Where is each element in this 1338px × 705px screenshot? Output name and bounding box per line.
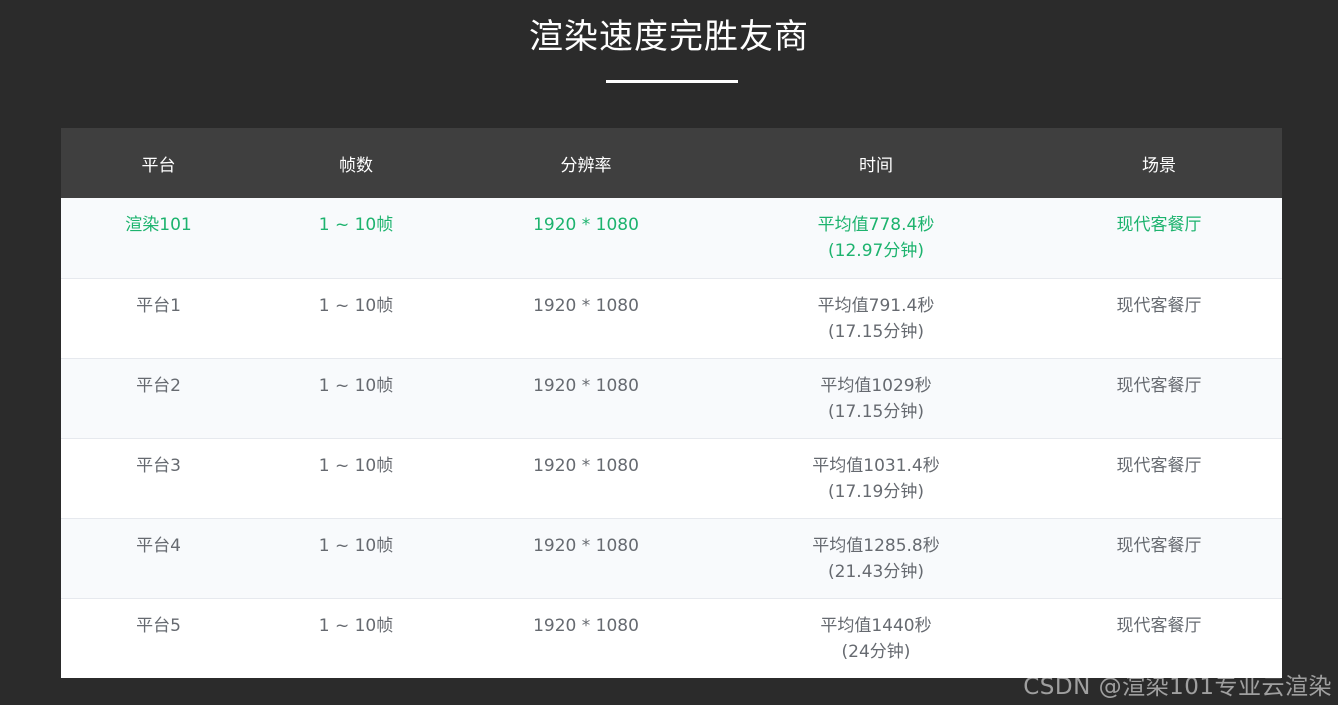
- cell-scene: 现代客餐厅: [1116, 295, 1202, 316]
- cell-resolution: 1920 * 1080: [533, 375, 639, 396]
- cell-time-average: 平均值778.4秒: [817, 215, 935, 235]
- cell-frames: 1 ~ 10帧: [318, 215, 394, 235]
- cell-resolution: 1920 * 1080: [533, 615, 639, 636]
- cell-time-minutes: (17.19分钟): [828, 481, 924, 502]
- cell-time-average: 平均值1031.4秒: [812, 455, 940, 476]
- table-row: 平台3 1 ~ 10帧 1920 * 1080 平均值1031.4秒 (17.1…: [61, 438, 1282, 518]
- cell-platform: 平台1: [136, 295, 181, 316]
- cell-scene: 现代客餐厅: [1116, 455, 1202, 476]
- cell-time-minutes: (21.43分钟): [828, 561, 924, 582]
- cell-time-minutes: (17.15分钟): [828, 321, 924, 342]
- header-time: 时间: [859, 155, 893, 176]
- cell-platform: 平台3: [136, 455, 181, 476]
- cell-resolution: 1920 * 1080: [533, 295, 639, 316]
- cell-time: 平均值791.4秒 (17.15分钟): [716, 278, 1036, 358]
- cell-frames: 1 ~ 10帧: [318, 375, 394, 396]
- cell-resolution: 1920 * 1080: [533, 455, 639, 476]
- table-row: 渲染101 1 ~ 10帧 1920 * 1080 平均值778.4秒 (12.…: [61, 198, 1282, 278]
- comparison-table: 平台 帧数 分辨率 时间 场景 渲染101 1 ~ 10帧 1920 * 108…: [61, 128, 1282, 678]
- watermark: CSDN @渲染101专业云渲染: [1023, 674, 1332, 700]
- cell-resolution: 1920 * 1080: [533, 535, 639, 556]
- table-row: 平台4 1 ~ 10帧 1920 * 1080 平均值1285.8秒 (21.4…: [61, 518, 1282, 598]
- cell-scene: 现代客餐厅: [1116, 375, 1202, 396]
- header-frames: 帧数: [339, 155, 373, 176]
- cell-frames: 1 ~ 10帧: [318, 615, 394, 636]
- cell-scene: 现代客餐厅: [1116, 615, 1202, 636]
- cell-time: 平均值778.4秒 (12.97分钟): [716, 198, 1036, 278]
- cell-time: 平均值1285.8秒 (21.43分钟): [716, 518, 1036, 598]
- cell-platform: 平台4: [136, 535, 181, 556]
- table-header: 平台 帧数 分辨率 时间 场景: [61, 128, 1282, 198]
- comparison-table-container: 平台 帧数 分辨率 时间 场景 渲染101 1 ~ 10帧 1920 * 108…: [61, 128, 1282, 678]
- cell-scene: 现代客餐厅: [1116, 215, 1202, 235]
- cell-frames: 1 ~ 10帧: [318, 295, 394, 316]
- table-body: 渲染101 1 ~ 10帧 1920 * 1080 平均值778.4秒 (12.…: [61, 198, 1282, 678]
- cell-frames: 1 ~ 10帧: [318, 455, 394, 476]
- cell-time: 平均值1031.4秒 (17.19分钟): [716, 438, 1036, 518]
- cell-time-minutes: (24分钟): [841, 641, 911, 662]
- cell-time-average: 平均值1285.8秒: [812, 535, 940, 556]
- table-row: 平台2 1 ~ 10帧 1920 * 1080 平均值1029秒 (17.15分…: [61, 358, 1282, 438]
- table-row: 平台5 1 ~ 10帧 1920 * 1080 平均值1440秒 (24分钟) …: [61, 598, 1282, 678]
- cell-platform: 平台2: [136, 375, 181, 396]
- cell-platform: 渲染101: [125, 215, 192, 235]
- cell-platform: 平台5: [136, 615, 181, 636]
- table-header-row: 平台 帧数 分辨率 时间 场景: [61, 128, 1282, 198]
- header-scene: 场景: [1142, 155, 1176, 176]
- header-resolution: 分辨率: [560, 155, 612, 176]
- cell-time-average: 平均值791.4秒: [817, 295, 935, 316]
- header-platform: 平台: [141, 155, 176, 176]
- table-row: 平台1 1 ~ 10帧 1920 * 1080 平均值791.4秒 (17.15…: [61, 278, 1282, 358]
- cell-time-minutes: (12.97分钟): [828, 241, 924, 261]
- cell-resolution: 1920 * 1080: [533, 215, 639, 235]
- cell-time-average: 平均值1029秒: [820, 375, 932, 396]
- cell-time-minutes: (17.15分钟): [828, 401, 924, 422]
- cell-time: 平均值1440秒 (24分钟): [716, 598, 1036, 678]
- title-underline: [606, 80, 738, 83]
- cell-time-average: 平均值1440秒: [820, 615, 932, 636]
- cell-scene: 现代客餐厅: [1116, 535, 1202, 556]
- cell-frames: 1 ~ 10帧: [318, 535, 394, 556]
- cell-time: 平均值1029秒 (17.15分钟): [716, 358, 1036, 438]
- page-title: 渲染速度完胜友商: [529, 17, 809, 57]
